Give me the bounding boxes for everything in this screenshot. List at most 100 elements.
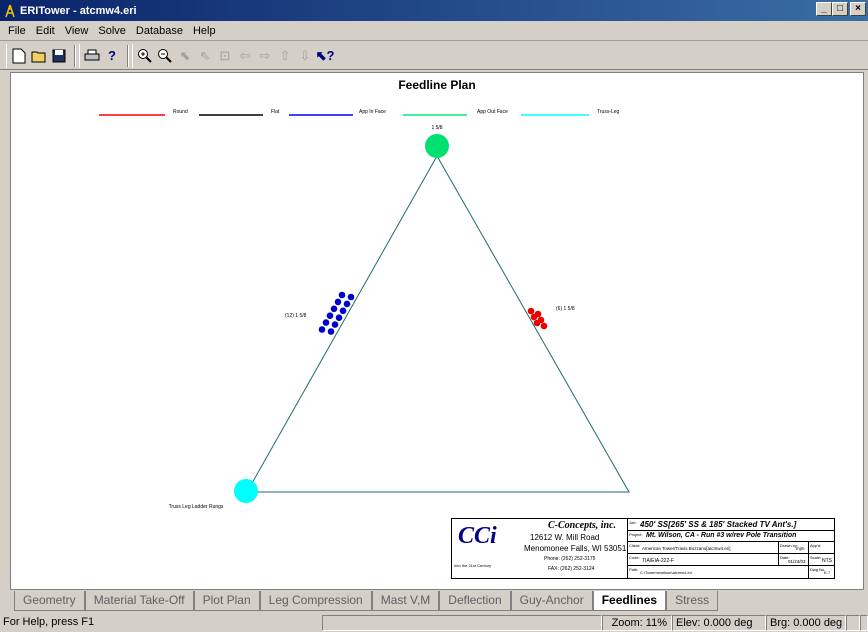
pan-left-icon[interactable]: ⇦ (235, 46, 255, 66)
title-block: CCi Into the 21st Century C-Concepts, in… (451, 518, 835, 579)
left-feedline-dot (318, 326, 326, 333)
job-label: Job: (629, 520, 637, 525)
tab-mast-vm[interactable]: Mast V,M (371, 591, 440, 611)
code-value: TIA/EIA-222-F (642, 558, 674, 564)
path-label: Path: (629, 567, 639, 572)
left-feedline-dot (347, 293, 355, 301)
pan-down-icon[interactable]: ⇩ (295, 46, 315, 66)
legend-label-app-in-face: App In Face (359, 109, 386, 115)
left-feedline-label: (12) 1 5/8 (285, 313, 307, 319)
company-phone: Phone: (262) 252-3175 (544, 556, 596, 562)
plot-legend: Round Flat App In Face App Out Face Trus… (99, 109, 620, 116)
tower-face-triangle (246, 154, 630, 493)
status-indicator-1 (846, 614, 860, 631)
status-help-text: For Help, press F1 (3, 615, 95, 628)
menu-edit[interactable]: Edit (32, 25, 61, 37)
context-help-icon[interactable]: ⬉? (315, 46, 335, 66)
right-feedline-label: (6) 1 5/8 (556, 306, 575, 312)
bottom-left-leg-node[interactable] (234, 479, 258, 503)
top-leg-node[interactable] (425, 134, 449, 158)
job-value: 450' SS[265' SS & 185' Stacked TV Ant's.… (640, 520, 797, 529)
toolbar-separator (74, 44, 76, 67)
select-arrow-icon[interactable]: ⬉ (175, 46, 195, 66)
scale-value: NTS (822, 558, 832, 564)
date-value: 01/24/03 (788, 559, 806, 564)
drawing-canvas[interactable]: Feedline Plan Round Flat App In Face App… (10, 72, 864, 590)
tab-geometry[interactable]: Geometry (14, 591, 85, 611)
status-elevation: Elev: 0.000 deg (672, 614, 766, 631)
pointer-arrow-icon[interactable]: ⇖ (195, 46, 215, 66)
fit-view-icon[interactable]: ⊡ (215, 46, 235, 66)
company-address-1: 12612 W. Mill Road (530, 533, 600, 542)
minimize-button[interactable]: _ (816, 2, 832, 16)
pan-right-icon[interactable]: ⇨ (255, 46, 275, 66)
menu-solve[interactable]: Solve (94, 25, 132, 37)
tab-material-take-off[interactable]: Material Take-Off (84, 591, 194, 611)
client-value: American Tower/Travis Bozzano[atcmw4.eri… (642, 546, 731, 551)
drawn-by-value: mjm (796, 546, 805, 551)
menu-help[interactable]: Help (189, 25, 222, 37)
right-feedline-group[interactable] (527, 307, 548, 330)
window-titlebar[interactable]: ERITower - atcmw4.eri _ □ × (0, 0, 868, 21)
maximize-button[interactable]: □ (832, 2, 848, 16)
feedline-plan-drawing: Feedline Plan Round Flat App In Face App… (99, 78, 630, 510)
menu-database[interactable]: Database (132, 25, 189, 37)
right-feedline-dot (527, 307, 535, 315)
company-address-2: Menomonee Falls, WI 53051 (524, 544, 627, 553)
menu-file[interactable]: File (4, 25, 32, 37)
app-tower-icon (5, 4, 15, 17)
tab-deflection[interactable]: Deflection (439, 591, 511, 611)
path-value: C:\Tower\mwilson\atcmw4.eri (640, 570, 692, 575)
status-bar: For Help, press F1 Zoom: 11% Elev: 0.000… (0, 613, 868, 632)
close-button[interactable]: × (850, 2, 866, 16)
toolbar-separator (127, 44, 129, 67)
save-icon[interactable] (49, 46, 69, 66)
help-icon[interactable]: ? (102, 46, 122, 66)
left-feedline-group[interactable] (318, 291, 355, 335)
right-feedline-dot (533, 319, 541, 327)
left-feedline-dot (339, 307, 347, 315)
new-file-icon[interactable] (9, 46, 29, 66)
left-feedline-dot (330, 305, 338, 313)
status-zoom: Zoom: 11% (602, 614, 672, 631)
right-feedline-dot (540, 322, 548, 330)
project-value: Mt. Wilson, CA - Run #3 w/rev Pole Trans… (646, 532, 797, 539)
left-feedline-dot (326, 312, 334, 319)
left-feedline-dot (334, 298, 342, 306)
scale-label: Scale: (810, 555, 822, 560)
open-folder-icon[interactable] (29, 46, 49, 66)
menu-view[interactable]: View (61, 25, 95, 37)
legend-label-round: Round (173, 109, 188, 115)
company-fax: FAX: (262) 252-3124 (548, 566, 595, 572)
left-feedline-dot (331, 321, 339, 328)
legend-label-app-out-face: App Out Face (477, 109, 508, 115)
company-name: C-Concepts, inc. (548, 520, 617, 531)
view-tabs: Geometry Material Take-Off Plot Plan Leg… (14, 591, 719, 611)
legend-label-truss-leg: Truss-Leg (597, 109, 620, 115)
status-indicator-2 (860, 614, 868, 631)
status-panel-empty (322, 614, 602, 631)
pan-up-icon[interactable]: ⇧ (275, 46, 295, 66)
right-feedline-dot (530, 313, 538, 321)
top-leg-label: 1 5/8 (431, 125, 442, 131)
plot-title: Feedline Plan (398, 78, 475, 92)
status-bearing: Brg: 0.000 deg (766, 614, 846, 631)
zoom-in-icon[interactable] (135, 46, 155, 66)
company-tagline: Into the 21st Century (454, 563, 492, 568)
project-label: Project: (629, 532, 643, 537)
left-feedline-dot (322, 319, 330, 326)
tab-leg-compression[interactable]: Leg Compression (259, 591, 372, 611)
code-label: Code: (629, 555, 640, 560)
tab-feedlines[interactable]: Feedlines (592, 591, 667, 611)
company-logo: CCi (458, 523, 497, 549)
tab-plot-plan[interactable]: Plot Plan (193, 591, 260, 611)
print-icon[interactable] (82, 46, 102, 66)
menu-bar: File Edit View Solve Database Help (0, 21, 868, 41)
dwg-no-value: E-7 (824, 570, 831, 575)
approved-label: App'd: (810, 543, 822, 548)
truss-leg-ladder-label: Truss Leg Ladder Rungs (169, 504, 224, 510)
zoom-out-icon[interactable] (155, 46, 175, 66)
tab-stress[interactable]: Stress (666, 591, 719, 611)
window-title: ERITower - atcmw4.eri (20, 4, 137, 17)
tab-guy-anchor[interactable]: Guy-Anchor (510, 591, 593, 611)
